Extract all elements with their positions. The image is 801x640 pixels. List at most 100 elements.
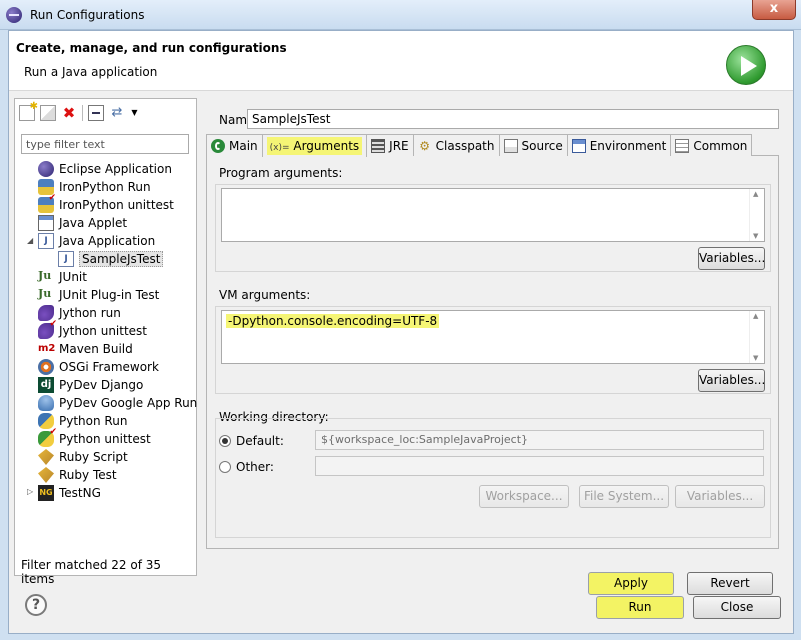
workspace-button[interactable]: Workspace...	[479, 485, 569, 508]
vm-arguments-label: VM arguments:	[219, 288, 311, 302]
java-file-icon: J	[58, 251, 74, 267]
vm-variables-button[interactable]: Variables...	[698, 369, 765, 392]
arguments-tab-icon: (x)=	[269, 143, 290, 153]
delete-icon[interactable]: ✖	[61, 105, 77, 121]
program-arguments-textarea[interactable]	[221, 188, 765, 242]
tree-item-maven-build[interactable]: m2 Maven Build	[38, 340, 133, 358]
tab-environment-label: Environment	[589, 138, 667, 153]
tab-source-label: Source	[521, 138, 563, 153]
window-close-button[interactable]: x	[752, 0, 796, 20]
google-app-icon	[38, 395, 54, 411]
window-title: Run Configurations	[30, 8, 145, 22]
tree-item-label: Jython run	[59, 306, 121, 320]
tree-item-label: SampleJsTest	[79, 251, 164, 267]
tree-item-pydev-django[interactable]: dj PyDev Django	[38, 376, 143, 394]
expand-arrow-icon[interactable]: ◢	[27, 236, 33, 245]
eclipse-app-icon	[6, 7, 22, 23]
tree-item-label: Ruby Script	[59, 450, 128, 464]
tree-item-label: Java Application	[59, 234, 156, 248]
program-arguments-scrollbar[interactable]	[749, 189, 764, 241]
default-radio[interactable]	[219, 435, 231, 447]
run-configurations-dialog: Create, manage, and run configurations R…	[8, 30, 794, 634]
chevron-down-icon[interactable]: ▼	[130, 105, 139, 121]
tree-item-java-applet[interactable]: Java Applet	[38, 214, 127, 232]
ironpython-unittest-icon: ✔	[38, 193, 56, 213]
file-system-button[interactable]: File System...	[579, 485, 669, 508]
tree-item-java-application[interactable]: J Java Application	[38, 232, 155, 250]
main-tab-icon	[211, 138, 225, 153]
tree-item-eclipse-application[interactable]: Eclipse Application	[38, 160, 172, 178]
tab-jre-label: JRE	[389, 138, 409, 153]
tree-item-ruby-test[interactable]: Ruby Test	[38, 466, 117, 484]
tab-common-label: Common	[693, 138, 748, 153]
tree-item-ironpython-unittest[interactable]: ✔ IronPython unittest	[38, 193, 174, 214]
tree-item-label: PyDev Google App Run	[59, 396, 198, 410]
ruby-icon	[38, 449, 54, 465]
vm-arguments-value: -Dpython.console.encoding=UTF-8	[226, 314, 440, 328]
tree-item-python-unittest[interactable]: ✔ Python unittest	[38, 427, 151, 448]
name-input[interactable]	[247, 109, 779, 129]
tab-arguments-label: Arguments	[293, 139, 360, 153]
tree-item-pydev-google-app-run[interactable]: PyDev Google App Run	[38, 394, 197, 412]
working-variables-button[interactable]: Variables...	[675, 485, 765, 508]
collapsed-arrow-icon[interactable]: ▷	[27, 487, 33, 496]
osgi-icon	[38, 359, 54, 375]
tree-item-label: OSGi Framework	[59, 360, 159, 374]
tab-classpath[interactable]: ⚙ Classpath	[412, 134, 500, 156]
run-icon	[726, 45, 766, 85]
filter-icon[interactable]: ⇄	[109, 105, 125, 121]
filter-input[interactable]	[21, 134, 189, 154]
tree-item-label: Eclipse Application	[59, 162, 172, 176]
tab-common[interactable]: Common	[670, 134, 753, 156]
tab-arguments[interactable]: (x)= Arguments	[261, 134, 368, 157]
tree-item-osgi-framework[interactable]: OSGi Framework	[38, 358, 159, 376]
tab-source[interactable]: Source	[498, 134, 568, 156]
title-bar: Run Configurations x	[0, 0, 801, 30]
configuration-tabs: Main (x)= Arguments JRE ⚙ Classpath Sour…	[206, 134, 753, 157]
tree-item-label: Java Applet	[59, 216, 128, 230]
vm-arguments-textarea[interactable]: -Dpython.console.encoding=UTF-8	[221, 310, 765, 364]
duplicate-icon[interactable]	[40, 105, 56, 121]
vm-arguments-scrollbar[interactable]	[749, 311, 764, 363]
django-icon: dj	[38, 377, 54, 393]
other-label: Other:	[236, 460, 274, 474]
tab-environment[interactable]: Environment	[566, 134, 672, 156]
tree-item-samplejstest[interactable]: J SampleJsTest	[58, 250, 164, 268]
tree-item-junit[interactable]: Ju JUnit	[38, 268, 87, 286]
header-title: Create, manage, and run configurations	[16, 41, 287, 55]
source-tab-icon	[503, 138, 518, 153]
new-configuration-icon[interactable]: ✱	[19, 102, 38, 121]
program-variables-button[interactable]: Variables...	[698, 247, 765, 270]
tree-item-junit-plugin-test[interactable]: Ju JUnit Plug-in Test	[38, 286, 159, 304]
tree-item-jython-unittest[interactable]: ✔ Jython unittest	[38, 319, 147, 340]
junit-plugin-icon: Ju	[38, 287, 52, 300]
tree-item-ruby-script[interactable]: Ruby Script	[38, 448, 128, 466]
classpath-tab-icon: ⚙	[419, 138, 431, 153]
junit-icon: Ju	[38, 269, 52, 282]
default-label: Default:	[236, 434, 284, 448]
tab-main-label: Main	[229, 138, 258, 153]
other-directory-field	[315, 456, 764, 476]
help-icon[interactable]: ?	[25, 594, 47, 616]
apply-button[interactable]: Apply	[588, 572, 674, 595]
tree-item-label: IronPython Run	[59, 180, 151, 194]
tree-item-label: JUnit	[59, 270, 87, 284]
tree-item-label: Python unittest	[59, 432, 151, 446]
tab-main[interactable]: Main	[206, 134, 263, 156]
revert-button[interactable]: Revert	[687, 572, 773, 595]
tab-jre[interactable]: JRE	[366, 134, 414, 156]
default-directory-field: ${workspace_loc:SampleJavaProject}	[315, 430, 764, 450]
other-radio[interactable]	[219, 461, 231, 473]
tree-item-label: IronPython unittest	[59, 198, 174, 212]
collapse-all-icon[interactable]	[88, 105, 104, 121]
tree-item-label: Maven Build	[59, 342, 133, 356]
ruby-test-icon	[38, 467, 54, 483]
python-unittest-icon: ✔	[38, 427, 57, 447]
close-button[interactable]: Close	[693, 596, 781, 619]
tree-item-label: PyDev Django	[59, 378, 144, 392]
tree-item-testng[interactable]: NG TestNG	[38, 484, 101, 502]
header-subtitle: Run a Java application	[24, 65, 158, 79]
run-button[interactable]: Run	[596, 596, 684, 619]
environment-tab-icon	[571, 138, 586, 153]
maven-icon: m2	[38, 343, 56, 354]
